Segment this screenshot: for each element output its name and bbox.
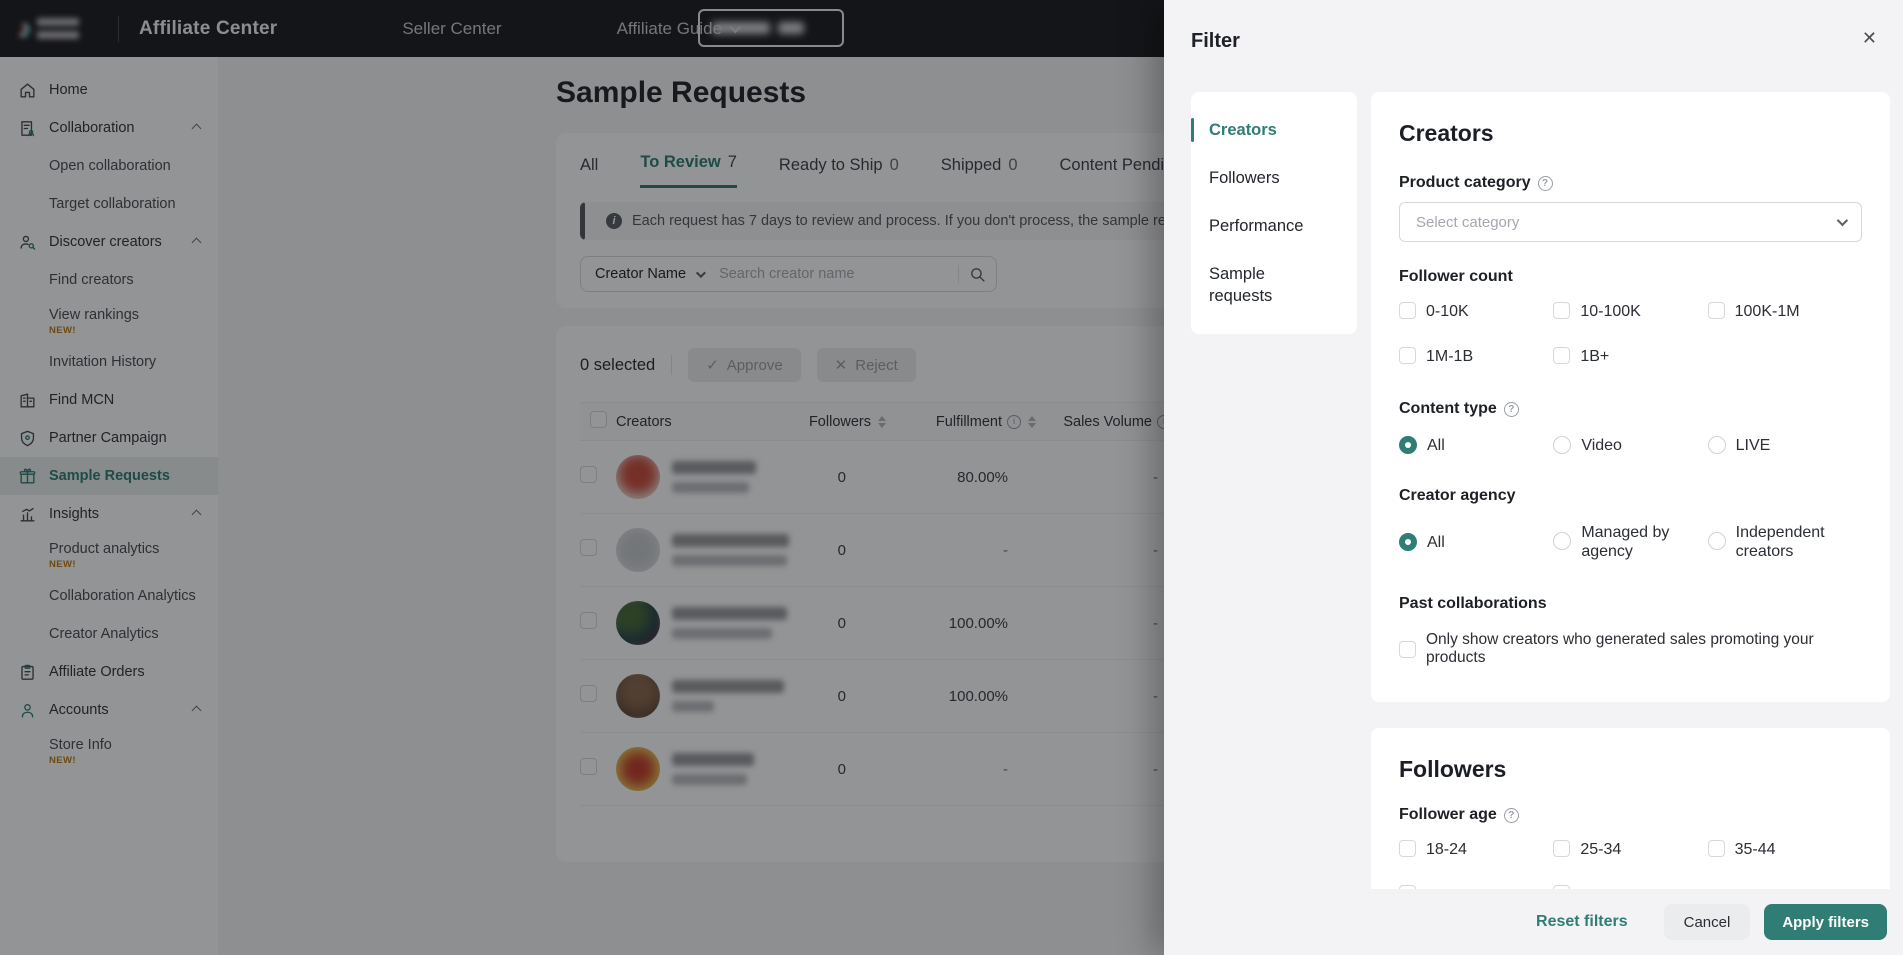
apply-filters-button[interactable]: Apply filters (1764, 904, 1887, 940)
filter-menu-creators[interactable]: Creators (1191, 106, 1357, 154)
content-type-label: Content type ? (1399, 400, 1862, 418)
content-type-radio-live[interactable]: LIVE (1708, 436, 1862, 455)
follower-age-checkbox[interactable]: 35-44 (1708, 840, 1862, 859)
follower-count-label: Follower count (1399, 268, 1862, 286)
follower-count-checkbox[interactable]: 0-10K (1399, 302, 1553, 321)
category-select[interactable]: Select category (1399, 202, 1862, 242)
content-type-options: All Video LIVE (1399, 436, 1862, 455)
creator-agency-label: Creator agency (1399, 487, 1862, 505)
content-type-radio-video[interactable]: Video (1553, 436, 1707, 455)
help-icon[interactable]: ? (1504, 402, 1519, 417)
content-type-radio-all[interactable]: All (1399, 436, 1553, 455)
creator-agency-options: All Managed by agency Independent creato… (1399, 523, 1862, 561)
filter-title: Filter (1191, 30, 1240, 53)
cancel-button[interactable]: Cancel (1664, 904, 1751, 940)
follower-age-label: Follower age ? (1399, 806, 1862, 824)
radio-selected (1399, 436, 1417, 454)
checkbox (1399, 641, 1416, 658)
radio-selected (1399, 533, 1417, 551)
chevron-down-icon (1837, 215, 1848, 226)
checkbox (1553, 302, 1570, 319)
checkbox (1553, 347, 1570, 364)
follower-count-options: 0-10K 10-100K 100K-1M 1M-1B 1B+ (1399, 302, 1862, 366)
checkbox (1708, 302, 1725, 319)
follower-count-checkbox[interactable]: 10-100K (1553, 302, 1707, 321)
follower-count-checkbox[interactable]: 1M-1B (1399, 347, 1553, 366)
help-icon[interactable]: ? (1504, 808, 1519, 823)
help-icon[interactable]: ? (1538, 176, 1553, 191)
follower-age-checkbox[interactable]: 18-24 (1399, 840, 1553, 859)
filter-creators-card: Creators Product category ? Select categ… (1371, 92, 1890, 702)
creator-agency-radio-managed[interactable]: Managed by agency (1553, 523, 1707, 561)
filter-menu-followers[interactable]: Followers (1191, 154, 1357, 202)
followers-section-heading: Followers (1399, 754, 1862, 784)
creator-agency-radio-independent[interactable]: Independent creators (1708, 523, 1862, 561)
radio (1708, 532, 1726, 550)
reset-filters-link[interactable]: Reset filters (1536, 913, 1628, 931)
filter-drawer: Filter ✕ Creators Followers Performance … (1164, 0, 1903, 955)
follower-count-checkbox[interactable]: 1B+ (1553, 347, 1707, 366)
modal-dim-overlay[interactable] (0, 0, 1164, 955)
past-collaborations-checkbox[interactable]: Only show creators who generated sales p… (1399, 631, 1862, 667)
creators-section-heading: Creators (1399, 118, 1862, 148)
filter-menu-performance[interactable]: Performance (1191, 202, 1357, 250)
checkbox (1553, 840, 1570, 857)
close-icon[interactable]: ✕ (1862, 28, 1877, 49)
radio (1708, 436, 1726, 454)
checkbox (1399, 302, 1416, 319)
filter-footer: Reset filters Cancel Apply filters (1164, 889, 1903, 955)
follower-age-checkbox[interactable]: 25-34 (1553, 840, 1707, 859)
checkbox (1399, 347, 1416, 364)
radio (1553, 532, 1571, 550)
checkbox (1399, 840, 1416, 857)
filter-menu-sample-requests[interactable]: Sample requests (1191, 250, 1357, 320)
follower-count-checkbox[interactable]: 100K-1M (1708, 302, 1862, 321)
creator-agency-radio-all[interactable]: All (1399, 523, 1553, 561)
checkbox (1708, 840, 1725, 857)
radio (1553, 436, 1571, 454)
filter-section-menu: Creators Followers Performance Sample re… (1191, 92, 1357, 334)
product-category-label: Product category ? (1399, 174, 1862, 192)
past-collaborations-label: Past collaborations (1399, 595, 1862, 613)
